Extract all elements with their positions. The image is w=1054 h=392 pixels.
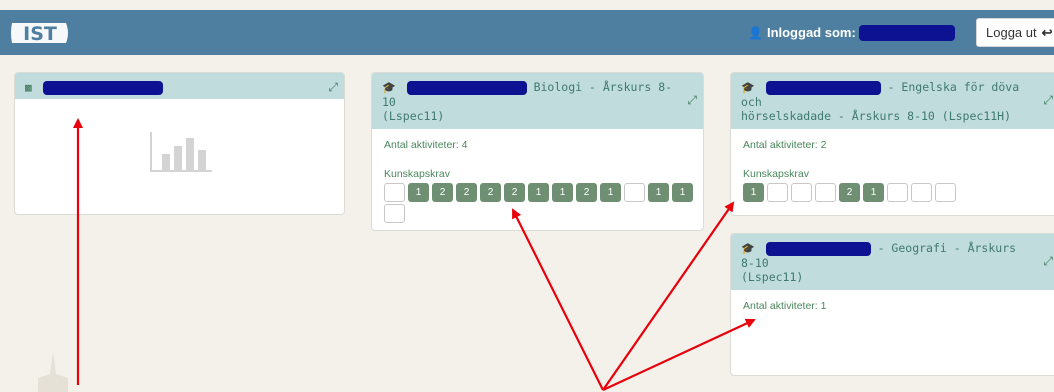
logged-in-label: Inloggad som:: [766, 25, 856, 40]
course-card-geografi[interactable]: 🎓 - Geografi - Årskurs 8-10 (Lspec11) ⤢ …: [730, 233, 1054, 376]
redacted-title: [42, 80, 163, 95]
ist-logo[interactable]: IST: [8, 17, 72, 49]
sign-out-icon: ↩: [1041, 24, 1053, 40]
logout-label: Logga ut: [986, 25, 1037, 40]
logged-in-user: 👤 Inloggad som:: [748, 10, 955, 55]
kunskapskrav-label: Kunskapskrav: [743, 168, 809, 180]
kunskapskrav-chip[interactable]: 1: [552, 183, 573, 202]
logout-button[interactable]: Logga ut ↩: [976, 18, 1054, 47]
course-card-body: Antal aktiviteter: 1: [731, 290, 1054, 322]
kunskapskrav-chip[interactable]: 1: [743, 183, 764, 202]
kunskapskrav-chip[interactable]: [384, 204, 405, 223]
expand-icon[interactable]: ⤢: [1043, 93, 1053, 107]
kunskapskrav-chip[interactable]: 1: [600, 183, 621, 202]
redacted-title: [765, 80, 881, 95]
kunskapskrav-chip[interactable]: 1: [863, 183, 884, 202]
kunskapskrav-chip[interactable]: 1: [408, 183, 429, 202]
kunskapskrav-chip[interactable]: 2: [432, 183, 453, 202]
kunskapskrav-chip[interactable]: [887, 183, 908, 202]
activity-count: Antal aktiviteter: 1: [743, 300, 827, 312]
kunskapskrav-chip[interactable]: 1: [672, 183, 693, 202]
expand-icon[interactable]: ⤢: [328, 80, 338, 94]
course-title-line2: (Lspec11): [741, 270, 804, 284]
top-navbar: IST 👤 Inloggad som: Logga ut ↩: [0, 10, 1054, 55]
graduation-cap-icon: 🎓: [741, 81, 755, 94]
kunskapskrav-chip[interactable]: [815, 183, 836, 202]
statistics-card: ▩ ⤢: [14, 72, 345, 215]
kunskapskrav-chip[interactable]: [935, 183, 956, 202]
kunskapskrav-chip[interactable]: [791, 183, 812, 202]
course-card-engelska[interactable]: 🎓 - Engelska för döva och hörselskadade …: [730, 72, 1054, 216]
kunskapskrav-chip[interactable]: 2: [456, 183, 477, 202]
course-title-line2: hörselskadade - Årskurs 8-10 (Lspec11H): [741, 109, 1012, 123]
statistics-card-header: ▩ ⤢: [15, 73, 344, 99]
kunskapskrav-chip[interactable]: 2: [839, 183, 860, 202]
annotation-arrow: [512, 208, 604, 391]
chart-placeholder-icon: [150, 132, 212, 172]
activity-count: Antal aktiviteter: 4: [384, 139, 468, 151]
kunskapskrav-chip[interactable]: [911, 183, 932, 202]
redacted-title: [406, 80, 527, 95]
kunskapskrav-chips: 12222112111: [384, 182, 703, 224]
course-title-line2: (Lspec11): [382, 109, 445, 123]
course-card-header: 🎓 - Geografi - Årskurs 8-10 (Lspec11) ⤢: [731, 234, 1054, 290]
kunskapskrav-chip[interactable]: [384, 183, 405, 202]
redacted-username: [858, 24, 955, 41]
course-card-body: Antal aktiviteter: 4 Kunskapskrav 122221…: [372, 129, 703, 230]
graduation-cap-icon: 🎓: [741, 242, 755, 255]
kunskapskrav-chip[interactable]: 1: [648, 183, 669, 202]
expand-icon[interactable]: ⤢: [1043, 254, 1053, 268]
kunskapskrav-label: Kunskapskrav: [384, 168, 450, 180]
course-card-header: 🎓 - Engelska för döva och hörselskadade …: [731, 73, 1054, 129]
course-card-header: 🎓 Biologi - Årskurs 8-10 (Lspec11) ⤢: [372, 73, 703, 129]
user-icon: 👤: [748, 25, 763, 40]
kunskapskrav-chip[interactable]: [767, 183, 788, 202]
expand-icon[interactable]: ⤢: [687, 93, 697, 107]
graduation-cap-icon: 🎓: [382, 81, 396, 94]
redacted-title: [765, 241, 871, 256]
background-decoration: [38, 352, 68, 392]
kunskapskrav-chip[interactable]: 1: [528, 183, 549, 202]
bar-chart-icon: ▩: [25, 81, 32, 94]
annotation-arrow: [602, 201, 735, 391]
kunskapskrav-chip[interactable]: [624, 183, 645, 202]
kunskapskrav-chip[interactable]: 2: [480, 183, 501, 202]
logo-text: IST: [23, 23, 57, 45]
course-card-biologi[interactable]: 🎓 Biologi - Årskurs 8-10 (Lspec11) ⤢ Ant…: [371, 72, 704, 231]
kunskapskrav-chip[interactable]: 2: [504, 183, 525, 202]
course-card-body: Antal aktiviteter: 2 Kunskapskrav 121: [731, 129, 1054, 213]
kunskapskrav-chips: 121: [743, 182, 1054, 203]
kunskapskrav-chip[interactable]: 2: [576, 183, 597, 202]
activity-count: Antal aktiviteter: 2: [743, 139, 827, 151]
